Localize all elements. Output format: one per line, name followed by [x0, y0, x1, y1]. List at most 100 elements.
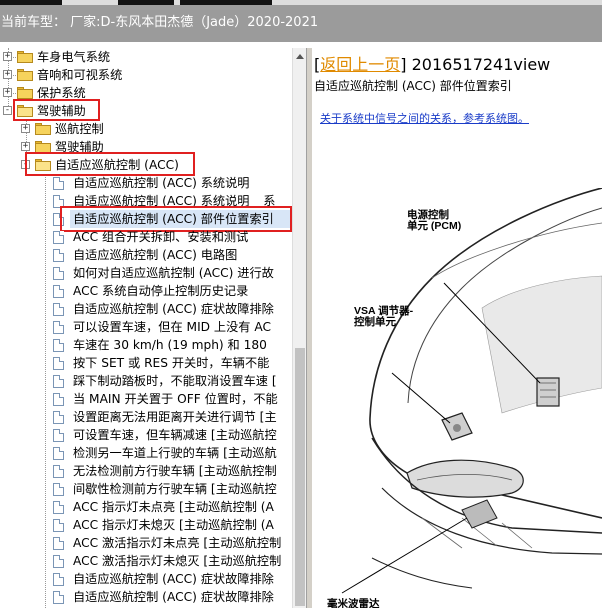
document-icon: [53, 285, 64, 298]
tree-item-label: 自适应巡航控制 (ACC) 系统说明: [73, 176, 250, 190]
component-location-figure: [341, 188, 602, 594]
document-icon: [53, 537, 64, 550]
tree-item-doc[interactable]: 按下 SET 或 RES 开关时，车辆不能: [0, 354, 292, 372]
document-code: 2016517241view: [411, 55, 551, 74]
document-icon: [53, 465, 64, 478]
tree-item-label: 自适应巡航控制 (ACC) 电路图: [73, 248, 238, 262]
navigation-tree[interactable]: + 车身电气系统 + 音响和可视系统 + 保护系统 - 驾驶辅助 + 巡航控制 …: [0, 48, 292, 608]
tree-item-doc[interactable]: 自适应巡航控制 (ACC) 症状故障排除: [0, 588, 292, 606]
document-icon: [53, 411, 64, 424]
tree-item-audio-visual[interactable]: + 音响和可视系统: [0, 66, 292, 84]
expand-icon[interactable]: +: [21, 142, 30, 151]
tree-item-label: 车身电气系统: [37, 50, 111, 64]
collapse-icon[interactable]: -: [3, 106, 12, 115]
highlight-box: [13, 99, 100, 121]
tree-item-doc[interactable]: 检测另一车道上行驶的车辆 [主动巡航: [0, 444, 292, 462]
tree-item-doc[interactable]: ACC 指示灯未点亮 [主动巡航控制 (A: [0, 498, 292, 516]
tree-item-label: ACC 激活指示灯未熄灭 [主动巡航控制: [73, 554, 282, 568]
expand-icon[interactable]: +: [3, 52, 12, 61]
tree-item-doc[interactable]: 可设置车速，但车辆减速 [主动巡航控: [0, 426, 292, 444]
tree-item-label: 巡航控制: [55, 122, 104, 136]
system-diagram-link[interactable]: 关于系统中信号之间的关系，参考系统图。: [320, 110, 529, 126]
vehicle-title-bar: 当前车型： 厂家:D-东风本田杰德（Jade）2020-2021: [0, 5, 602, 42]
tree-item-doc[interactable]: 间歇性检测前方行驶车辆 [主动巡航控: [0, 480, 292, 498]
vehicle-title: 当前车型： 厂家:D-东风本田杰德（Jade）2020-2021: [1, 15, 319, 30]
document-icon: [53, 267, 64, 280]
tree-item-label: 按下 SET 或 RES 开关时，车辆不能: [73, 356, 270, 370]
document-icon: [53, 573, 64, 586]
nav-bracket: ]: [400, 55, 407, 74]
folder-icon: [17, 51, 33, 63]
tree-item-doc[interactable]: 车速在 30 km/h (19 mph) 和 180: [0, 336, 292, 354]
tree-item-cruise-control[interactable]: + 巡航控制: [0, 120, 292, 138]
tree-item-doc[interactable]: 设置距离无法用距离开关进行调节 [主: [0, 408, 292, 426]
scroll-up-icon[interactable]: [296, 54, 304, 59]
document-icon: [53, 321, 64, 334]
tree-item-label: 无法检测前方行驶车辆 [主动巡航控制: [73, 464, 277, 478]
tree-item-doc[interactable]: 可以设置车速，但在 MID 上没有 AC: [0, 318, 292, 336]
document-title: 自适应巡航控制 (ACC) 部件位置索引: [314, 79, 512, 93]
tree-scrollbar[interactable]: [292, 48, 306, 608]
vsa-label-line: 控制单元: [354, 316, 396, 328]
tree-item-label: 自适应巡航控制 (ACC) 症状故障排除: [73, 590, 274, 604]
tree-item-doc[interactable]: ACC 组合开关拆卸、安装和测试: [0, 228, 292, 246]
folder-icon: [17, 87, 33, 99]
pcm-label: 电源控制 单元 (PCM): [407, 210, 461, 232]
document-icon: [53, 483, 64, 496]
tree-item-doc[interactable]: ACC 系统自动停止控制历史记录: [0, 282, 292, 300]
vsa-label: VSA 调节器- 控制单元: [354, 306, 413, 328]
document-pane: [返回上一页] 2016517241view 自适应巡航控制 (ACC) 部件位…: [312, 48, 602, 608]
tree-item-label: 自适应巡航控制 (ACC) 症状故障排除: [73, 572, 274, 586]
tree-item-doc[interactable]: 自适应巡航控制 (ACC) 电路图: [0, 246, 292, 264]
tree-item-label: ACC 系统自动停止控制历史记录: [73, 284, 249, 298]
tree-item-label: 检测另一车道上行驶的车辆 [主动巡航: [73, 446, 277, 460]
tree-item-body-electrical[interactable]: + 车身电气系统: [0, 48, 292, 66]
tree-item-doc[interactable]: ACC 指示灯未熄灭 [主动巡航控制 (A: [0, 516, 292, 534]
document-icon: [53, 303, 64, 316]
tree-item-doc[interactable]: 无法检测前方行驶车辆 [主动巡航控制: [0, 462, 292, 480]
tree-item-doc[interactable]: 自适应巡航控制 (ACC) 系统说明: [0, 174, 292, 192]
document-icon: [53, 555, 64, 568]
highlight-box: [25, 152, 195, 176]
tree-item-label: 可以设置车速，但在 MID 上没有 AC: [73, 320, 271, 334]
tree-item-label: 车速在 30 km/h (19 mph) 和 180: [73, 338, 267, 352]
tree-item-label: ACC 指示灯未点亮 [主动巡航控制 (A: [73, 500, 274, 514]
scrollbar-thumb[interactable]: [295, 348, 305, 606]
radar-label: 毫米波雷达: [327, 598, 380, 608]
tree-item-label: ACC 激活指示灯未点亮 [主动巡航控制: [73, 536, 282, 550]
document-icon: [53, 519, 64, 532]
document-icon: [53, 249, 64, 262]
document-icon: [53, 429, 64, 442]
tree-item-doc[interactable]: 踩下制动踏板时，不能取消设置车速 [: [0, 372, 292, 390]
document-icon: [53, 393, 64, 406]
pcm-label-line: 单元 (PCM): [407, 220, 462, 232]
tree-item-label: 音响和可视系统: [37, 68, 123, 82]
tree-item-label: 自适应巡航控制 (ACC) 症状故障排除: [73, 302, 274, 316]
tree-item-doc[interactable]: 如何对自适应巡航控制 (ACC) 进行故: [0, 264, 292, 282]
folder-icon: [35, 123, 51, 135]
tree-item-doc[interactable]: 自适应巡航控制 (ACC) 症状故障排除: [0, 570, 292, 588]
document-icon: [53, 177, 64, 190]
document-icon: [53, 501, 64, 514]
folder-icon: [17, 69, 33, 81]
document-icon: [53, 339, 64, 352]
back-link[interactable]: 返回上一页: [320, 55, 400, 74]
tree-item-doc[interactable]: ACC 激活指示灯未点亮 [主动巡航控制: [0, 534, 292, 552]
expand-icon[interactable]: +: [21, 124, 30, 133]
document-icon: [53, 357, 64, 370]
document-icon: [53, 447, 64, 460]
tree-item-label: 可设置车速，但车辆减速 [主动巡航控: [73, 428, 277, 442]
tree-item-label: 设置距离无法用距离开关进行调节 [主: [73, 410, 277, 424]
tree-item-label: 踩下制动踏板时，不能取消设置车速 [: [73, 374, 277, 388]
tree-item-label: 当 MAIN 开关置于 OFF 位置时，不能: [73, 392, 278, 406]
tree-item-doc[interactable]: ACC 激活指示灯未熄灭 [主动巡航控制: [0, 552, 292, 570]
tree-item-label: 如何对自适应巡航控制 (ACC) 进行故: [73, 266, 274, 280]
expand-icon[interactable]: +: [3, 88, 12, 97]
expand-icon[interactable]: +: [3, 70, 12, 79]
document-icon: [53, 375, 64, 388]
tree-item-label: ACC 指示灯未熄灭 [主动巡航控制 (A: [73, 518, 274, 532]
tree-item-doc[interactable]: 自适应巡航控制 (ACC) 症状故障排除: [0, 300, 292, 318]
tree-item-doc[interactable]: 当 MAIN 开关置于 OFF 位置时，不能: [0, 390, 292, 408]
document-icon: [53, 231, 64, 244]
document-icon: [53, 591, 64, 604]
